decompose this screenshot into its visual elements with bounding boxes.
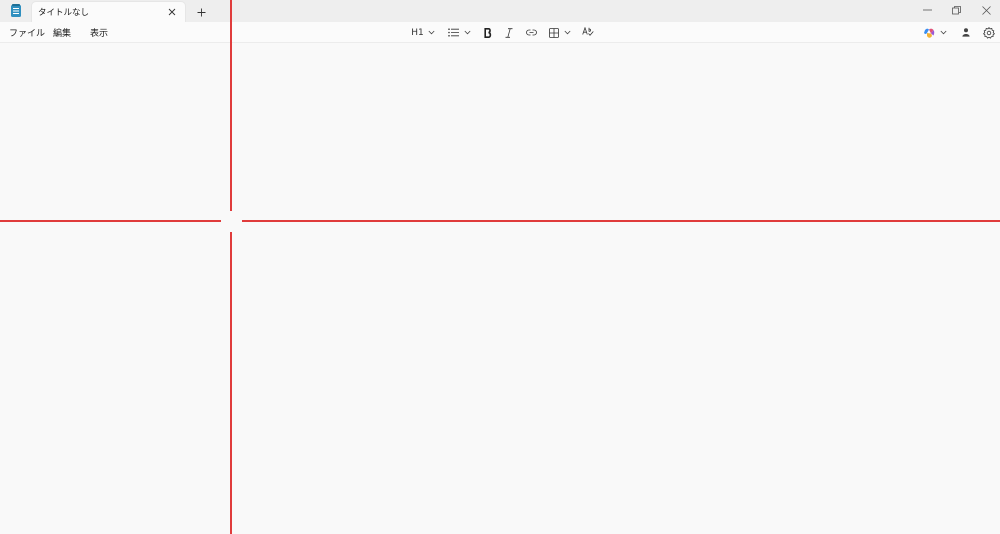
restore-button[interactable] <box>945 2 967 18</box>
settings-button[interactable] <box>982 25 996 40</box>
italic-button[interactable] <box>503 25 515 40</box>
chevron-down-icon <box>464 30 470 35</box>
account-button[interactable] <box>960 25 972 40</box>
editor-text-area[interactable] <box>0 43 1000 534</box>
window-close-button[interactable] <box>975 2 997 18</box>
title-bar: タイトルなし <box>0 0 1000 22</box>
bold-button[interactable] <box>482 25 494 40</box>
close-icon <box>168 8 176 16</box>
account-icon <box>962 28 970 37</box>
list-icon <box>447 28 459 37</box>
heading-label: H1 <box>411 27 424 38</box>
table-icon <box>548 27 559 38</box>
minimize-button[interactable] <box>916 2 938 18</box>
menu-edit[interactable]: 編集 <box>53 26 71 39</box>
list-dropdown[interactable] <box>447 25 471 40</box>
notepad-app-icon <box>8 3 24 19</box>
bold-icon <box>484 27 492 38</box>
tab-title: タイトルなし <box>38 8 90 18</box>
copilot-dropdown[interactable] <box>922 25 948 40</box>
settings-icon <box>983 26 995 39</box>
link-icon <box>525 29 537 36</box>
italic-icon <box>505 27 513 38</box>
minimize-icon <box>922 9 932 11</box>
table-dropdown[interactable] <box>547 25 572 40</box>
plus-icon <box>197 8 205 16</box>
chevron-down-icon <box>428 30 435 35</box>
menu-view[interactable]: 表示 <box>90 26 108 39</box>
crosshair-vertical-bottom <box>230 232 232 534</box>
document-tab[interactable]: タイトルなし <box>31 1 186 22</box>
spellcheck-button[interactable] <box>581 25 595 40</box>
close-icon <box>981 5 991 15</box>
crosshair-vertical-top <box>230 0 232 211</box>
new-tab-button[interactable] <box>193 4 209 20</box>
tab-close-button[interactable] <box>165 5 179 19</box>
menu-file[interactable]: ファイル <box>9 26 45 39</box>
copilot-icon <box>924 28 935 38</box>
restore-icon <box>951 5 961 14</box>
chevron-down-icon <box>940 30 947 35</box>
spellcheck-icon <box>582 27 594 36</box>
crosshair-horizontal-left <box>0 220 221 222</box>
crosshair-horizontal-right <box>242 220 1000 222</box>
link-button[interactable] <box>524 25 538 40</box>
heading-dropdown[interactable]: H1 <box>410 25 436 40</box>
chevron-down-icon <box>564 30 570 35</box>
menu-bar: ファイル 編集 表示 H1 <box>0 22 1000 43</box>
